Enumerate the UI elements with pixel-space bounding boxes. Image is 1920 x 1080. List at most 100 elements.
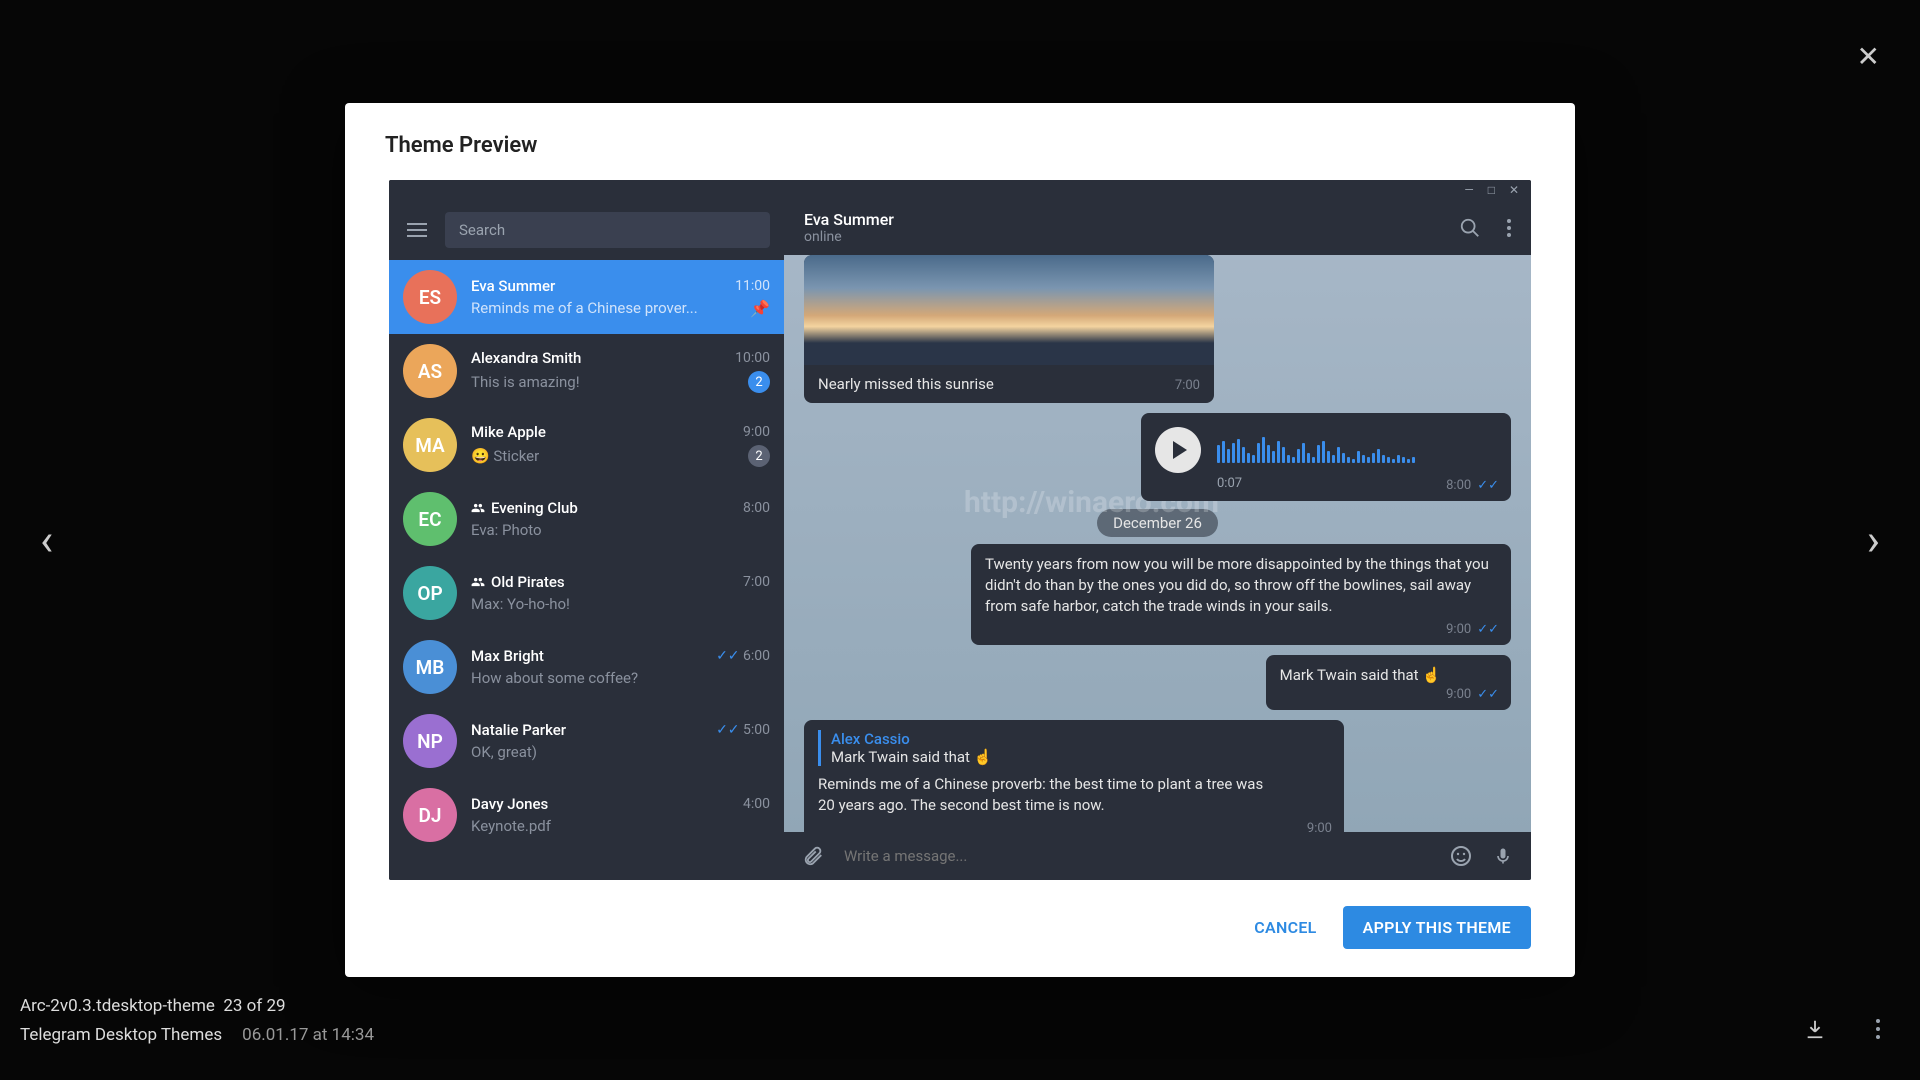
chat-list-item[interactable]: OP Old Pirates 7:00 Max: Yo-ho-ho!	[389, 556, 784, 630]
avatar: AS	[403, 344, 457, 398]
lightbox-caption: Arc-2v0.3.tdesktop-theme 23 of 29 Telegr…	[20, 992, 374, 1050]
chat-time: 11:00	[735, 278, 770, 294]
message-text: Reminds me of a Chinese proverb: the bes…	[818, 774, 1330, 816]
chat-list-item[interactable]: DJ Davy Jones 4:00 Keynote.pdf	[389, 778, 784, 852]
preview-frame: — □ ✕ Search ES Eva Summer 11:00 Reminds …	[389, 180, 1531, 880]
message-text: Twenty years from now you will be more d…	[985, 554, 1497, 617]
chat-list-item[interactable]: EC Evening Club 8:00 Eva: Photo	[389, 482, 784, 556]
incoming-reply-message[interactable]: Alex Cassio Mark Twain said that ☝️ Remi…	[804, 720, 1344, 832]
mic-icon[interactable]	[1493, 844, 1513, 868]
chat-name: Old Pirates	[471, 573, 565, 591]
read-checks-icon: ✓✓	[716, 648, 739, 664]
lightbox-overlay: ✕ ‹ › Arc-2v0.3.tdesktop-theme 23 of 29 …	[0, 0, 1920, 1080]
chat-name: Alexandra Smith	[471, 349, 581, 367]
chat-preview: Max: Yo-ho-ho!	[471, 595, 570, 613]
chat-time: 9:00	[743, 424, 770, 440]
apply-theme-button[interactable]: APPLY THIS THEME	[1343, 906, 1531, 949]
chat-panel: Eva Summer online http://winaero.com	[784, 200, 1531, 880]
unread-badge: 2	[748, 445, 770, 467]
prev-arrow-icon[interactable]: ‹	[20, 494, 73, 586]
chat-preview: Keynote.pdf	[471, 817, 551, 835]
lightbox-date: 06.01.17 at 14:34	[242, 1025, 374, 1045]
chat-time: 10:00	[735, 350, 770, 366]
lightbox-filename: Arc-2v0.3.tdesktop-theme	[20, 996, 215, 1016]
download-icon[interactable]	[1804, 1018, 1826, 1040]
chat-preview: How about some coffee?	[471, 669, 638, 687]
chat-time: 4:00	[743, 796, 770, 812]
play-icon[interactable]	[1155, 427, 1201, 473]
search-icon[interactable]	[1459, 217, 1481, 239]
date-separator: December 26	[804, 513, 1511, 532]
chat-list-item[interactable]: MA Mike Apple9:00 😀 Sticker2	[389, 408, 784, 482]
chat-name: Max Bright	[471, 647, 544, 665]
modal-title: Theme Preview	[345, 133, 1575, 180]
window-titlebar: — □ ✕	[389, 180, 1531, 200]
chat-list-item[interactable]: ES Eva Summer 11:00 Reminds me of a Chine…	[389, 260, 784, 334]
chat-name: Eva Summer	[471, 277, 555, 295]
read-checks-icon: ✓✓	[1477, 478, 1499, 493]
avatar: MB	[403, 640, 457, 694]
chat-title: Eva Summer	[804, 210, 894, 229]
image-message[interactable]: Nearly missed this sunrise 7:00	[804, 255, 1214, 403]
next-arrow-icon[interactable]: ›	[1847, 494, 1900, 586]
chat-list-item[interactable]: AS Alexandra Smith 10:00 This is amazing!…	[389, 334, 784, 408]
minimize-icon[interactable]: —	[1464, 183, 1473, 197]
avatar: MA	[403, 418, 457, 472]
image-caption-text: Nearly missed this sunrise	[818, 375, 994, 393]
chat-list: ES Eva Summer 11:00 Reminds me of a Chine…	[389, 260, 784, 880]
chat-name: Natalie Parker	[471, 721, 566, 739]
messages-area: http://winaero.com Nearly missed this su…	[784, 255, 1531, 832]
lightbox-album: Telegram Desktop Themes	[20, 1025, 222, 1045]
sidebar: Search ES Eva Summer 11:00 Reminds me of …	[389, 200, 784, 880]
compose-bar	[784, 832, 1531, 880]
avatar: DJ	[403, 788, 457, 842]
chat-name: Evening Club	[471, 499, 578, 517]
lightbox-actions	[1804, 1018, 1880, 1040]
voice-duration: 0:07	[1217, 476, 1242, 491]
theme-preview-modal: Theme Preview — □ ✕ Search ES Eva Summer…	[345, 103, 1575, 977]
read-checks-icon: ✓✓	[1477, 622, 1499, 637]
sunrise-image	[804, 255, 1214, 365]
avatar: ES	[403, 270, 457, 324]
voice-message[interactable]: 0:07 8:00 ✓✓	[1141, 413, 1511, 501]
chat-more-icon[interactable]	[1507, 219, 1511, 237]
search-input[interactable]: Search	[445, 212, 770, 248]
avatar: EC	[403, 492, 457, 546]
chat-preview: This is amazing!	[471, 373, 580, 391]
chat-list-item[interactable]: MB Max Bright ✓✓ 6:00 How about some coff…	[389, 630, 784, 704]
attach-icon[interactable]	[802, 845, 824, 867]
chat-list-item[interactable]: NP Natalie Parker ✓✓ 5:00 OK, great)	[389, 704, 784, 778]
cancel-button[interactable]: CANCEL	[1254, 918, 1316, 937]
chat-time: 7:00	[743, 574, 770, 590]
avatar: OP	[403, 566, 457, 620]
avatar: NP	[403, 714, 457, 768]
close-window-icon[interactable]: ✕	[1509, 183, 1519, 197]
outgoing-message[interactable]: Mark Twain said that ☝️ 9:00✓✓	[1266, 655, 1511, 710]
message-text: Mark Twain said that ☝️	[1280, 666, 1441, 684]
maximize-icon[interactable]: □	[1488, 183, 1495, 197]
chat-preview: Reminds me of a Chinese prover...	[471, 299, 698, 317]
chat-preview: 😀 Sticker	[471, 447, 539, 465]
outgoing-message[interactable]: Twenty years from now you will be more d…	[971, 544, 1511, 645]
emoji-icon[interactable]	[1449, 844, 1473, 868]
chat-preview: Eva: Photo	[471, 521, 542, 539]
message-input[interactable]	[844, 847, 1429, 865]
image-time: 7:00	[1175, 378, 1200, 393]
chat-preview: OK, great)	[471, 743, 537, 761]
close-icon[interactable]: ✕	[1857, 40, 1880, 73]
chat-header: Eva Summer online	[784, 200, 1531, 255]
voice-time: 8:00	[1446, 478, 1471, 493]
chat-time: ✓✓ 5:00	[716, 722, 770, 738]
reply-quoted-text: Mark Twain said that ☝️	[831, 748, 1330, 766]
menu-icon[interactable]	[403, 219, 431, 241]
waveform	[1217, 437, 1415, 463]
read-checks-icon: ✓✓	[1477, 687, 1499, 702]
chat-time: ✓✓ 6:00	[716, 648, 770, 664]
reply-author: Alex Cassio	[831, 730, 1330, 748]
chat-name: Davy Jones	[471, 795, 548, 813]
chat-time: 8:00	[743, 500, 770, 516]
unread-badge: 2	[748, 371, 770, 393]
pin-icon: 📌	[750, 299, 770, 318]
more-icon[interactable]	[1876, 1019, 1880, 1039]
chat-status: online	[804, 229, 894, 245]
